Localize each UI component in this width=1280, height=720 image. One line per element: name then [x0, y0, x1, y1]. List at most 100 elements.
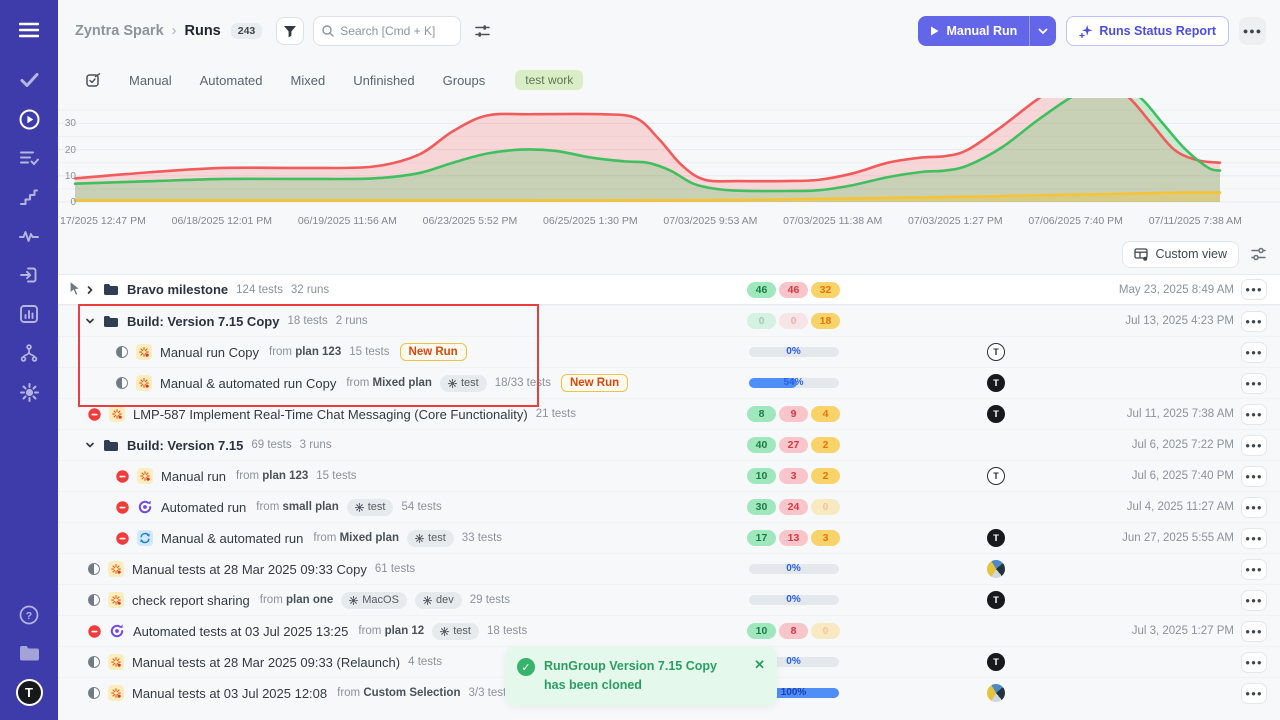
new-run-badge[interactable]: New Run	[400, 343, 467, 361]
chevron-right-icon[interactable]	[85, 285, 95, 295]
sidebar-item-settings[interactable]	[17, 380, 41, 404]
row-menu-button[interactable]: ●●●	[1241, 683, 1267, 704]
run-title[interactable]: Bravo milestone	[127, 282, 228, 297]
run-title[interactable]: LMP-587 Implement Real-Time Chat Messagi…	[133, 407, 528, 422]
row-menu-button[interactable]: ●●●	[1241, 621, 1267, 642]
row-menu-button[interactable]: ●●●	[1241, 279, 1267, 300]
avatar[interactable]: T	[987, 467, 1005, 485]
run-title[interactable]: Automated run	[161, 500, 246, 515]
run-title[interactable]: Manual tests at 28 Mar 2025 09:33 Copy	[132, 562, 367, 577]
search-box[interactable]	[313, 16, 461, 46]
stat-pill-yellow: 2	[811, 468, 840, 484]
row-menu-button[interactable]: ●●●	[1241, 652, 1267, 673]
sidebar-item-reports[interactable]	[17, 302, 41, 326]
row-menu-button[interactable]: ●●●	[1241, 435, 1267, 456]
avatar[interactable]	[987, 684, 1005, 702]
tab-automated[interactable]: Automated	[200, 73, 263, 88]
status-stopped-icon	[116, 470, 129, 483]
tab-manual[interactable]: Manual	[129, 73, 172, 88]
table-row[interactable]: Manual & automated run Copyfrom Mixed pl…	[58, 367, 1280, 398]
stat-pill-green: 17	[747, 530, 776, 546]
row-menu-button[interactable]: ●●●	[1241, 404, 1267, 425]
hamburger-menu-icon[interactable]	[17, 18, 41, 42]
avatar[interactable]: T	[987, 343, 1005, 361]
run-title[interactable]: Build: Version 7.15	[127, 438, 243, 453]
user-avatar[interactable]: T	[16, 679, 43, 706]
avatar[interactable]: T	[987, 591, 1005, 609]
row-menu-button[interactable]: ●●●	[1241, 590, 1267, 611]
chevron-down-icon[interactable]	[85, 440, 95, 450]
filter-settings-icon[interactable]	[475, 24, 490, 38]
runs-status-report-button[interactable]: Runs Status Report	[1066, 16, 1229, 46]
manual-run-dropdown[interactable]	[1030, 16, 1056, 46]
run-title[interactable]: Build: Version 7.15 Copy	[127, 314, 279, 329]
row-menu-button[interactable]: ●●●	[1241, 311, 1267, 332]
manual-run-button[interactable]: Manual Run	[918, 16, 1056, 46]
run-title[interactable]: Manual tests at 28 Mar 2025 09:33 (Relau…	[132, 655, 400, 670]
table-row[interactable]: Build: Version 7.15 Copy18 tests2 runs 0…	[58, 305, 1280, 336]
run-title[interactable]: Manual & automated run Copy	[160, 376, 336, 391]
select-edit-icon[interactable]	[86, 73, 101, 88]
tab-unfinished[interactable]: Unfinished	[353, 73, 414, 88]
table-row[interactable]: Manual tests at 28 Mar 2025 09:33 Copy61…	[58, 553, 1280, 584]
view-settings-icon[interactable]	[1251, 247, 1266, 261]
row-menu-button[interactable]: ●●●	[1241, 466, 1267, 487]
row-menu-button[interactable]: ●●●	[1241, 559, 1267, 580]
avatar[interactable]: T	[987, 405, 1005, 423]
sidebar-item-traceability[interactable]	[17, 341, 41, 365]
table-row[interactable]: Automated tests at 03 Jul 2025 13:25from…	[58, 615, 1280, 646]
new-run-badge[interactable]: New Run	[561, 374, 628, 392]
sidebar-item-test-cases[interactable]	[17, 146, 41, 170]
row-menu-button[interactable]: ●●●	[1241, 373, 1267, 394]
custom-view-button[interactable]: Custom view	[1122, 241, 1239, 268]
tab-mixed[interactable]: Mixed	[291, 73, 326, 88]
table-row[interactable]: Manual runfrom plan 12315 tests 1032 Jul…	[58, 460, 1280, 491]
avatar[interactable]: T	[987, 529, 1005, 547]
sidebar-item-runs[interactable]	[17, 107, 41, 131]
status-in-progress-icon	[88, 594, 100, 606]
table-row[interactable]: LMP-587 Implement Real-Time Chat Messagi…	[58, 398, 1280, 429]
avatar[interactable]: T	[987, 653, 1005, 671]
filter-button[interactable]	[276, 17, 304, 45]
row-menu-button[interactable]: ●●●	[1241, 342, 1267, 363]
stats-pills: 464632	[746, 282, 841, 298]
table-row[interactable]: Bravo milestone124 tests32 runs 464632 M…	[58, 274, 1280, 305]
breadcrumb-project[interactable]: Zyntra Spark	[75, 23, 164, 39]
run-date: Jun 27, 2025 5:55 AM	[1122, 532, 1234, 544]
table-row[interactable]: Manual run Copyfrom plan 12315 testsNew …	[58, 336, 1280, 367]
table-row[interactable]: Automated runfrom small plan test54 test…	[58, 491, 1280, 522]
sidebar-item-activity[interactable]	[17, 224, 41, 248]
run-title[interactable]: Automated tests at 03 Jul 2025 13:25	[133, 624, 348, 639]
tab-groups[interactable]: Groups	[443, 73, 486, 88]
chevron-down-icon[interactable]	[85, 316, 95, 326]
search-input[interactable]	[340, 24, 450, 38]
avatar[interactable]	[987, 560, 1005, 578]
status-in-progress-icon	[116, 346, 128, 358]
chevron-down-icon	[1038, 28, 1048, 35]
stats-pills: 1080	[746, 623, 841, 639]
run-title[interactable]: Manual tests at 03 Jul 2025 12:08	[132, 686, 327, 701]
run-title[interactable]: Manual run Copy	[160, 345, 259, 360]
search-icon	[322, 25, 334, 37]
status-stopped-icon	[88, 625, 101, 638]
toast-close-icon[interactable]: ✕	[754, 657, 765, 695]
header-more-button[interactable]: ●●●	[1239, 17, 1266, 45]
run-title[interactable]: check report sharing	[132, 593, 250, 608]
row-menu-button[interactable]: ●●●	[1241, 528, 1267, 549]
table-row[interactable]: Build: Version 7.1569 tests3 runs 40272 …	[58, 429, 1280, 460]
sidebar-item-tests[interactable]	[17, 68, 41, 92]
projects-folder-icon[interactable]	[17, 641, 41, 665]
run-source: from plan 123	[269, 346, 341, 358]
sidebar-item-milestones[interactable]	[17, 185, 41, 209]
table-row[interactable]: check report sharingfrom plan one MacOS …	[58, 584, 1280, 615]
sidebar-item-import[interactable]	[17, 263, 41, 287]
row-menu-button[interactable]: ●●●	[1241, 497, 1267, 518]
active-filter-pill[interactable]: test work	[515, 70, 583, 90]
help-icon[interactable]: ?	[17, 603, 41, 627]
avatar[interactable]: T	[987, 374, 1005, 392]
run-title[interactable]: Manual & automated run	[161, 531, 303, 546]
main-content: Zyntra Spark › Runs 243 Manual Run	[58, 0, 1280, 720]
run-title[interactable]: Manual run	[161, 469, 226, 484]
status-in-progress-icon	[88, 687, 100, 699]
table-row[interactable]: Manual & automated runfrom Mixed plan te…	[58, 522, 1280, 553]
